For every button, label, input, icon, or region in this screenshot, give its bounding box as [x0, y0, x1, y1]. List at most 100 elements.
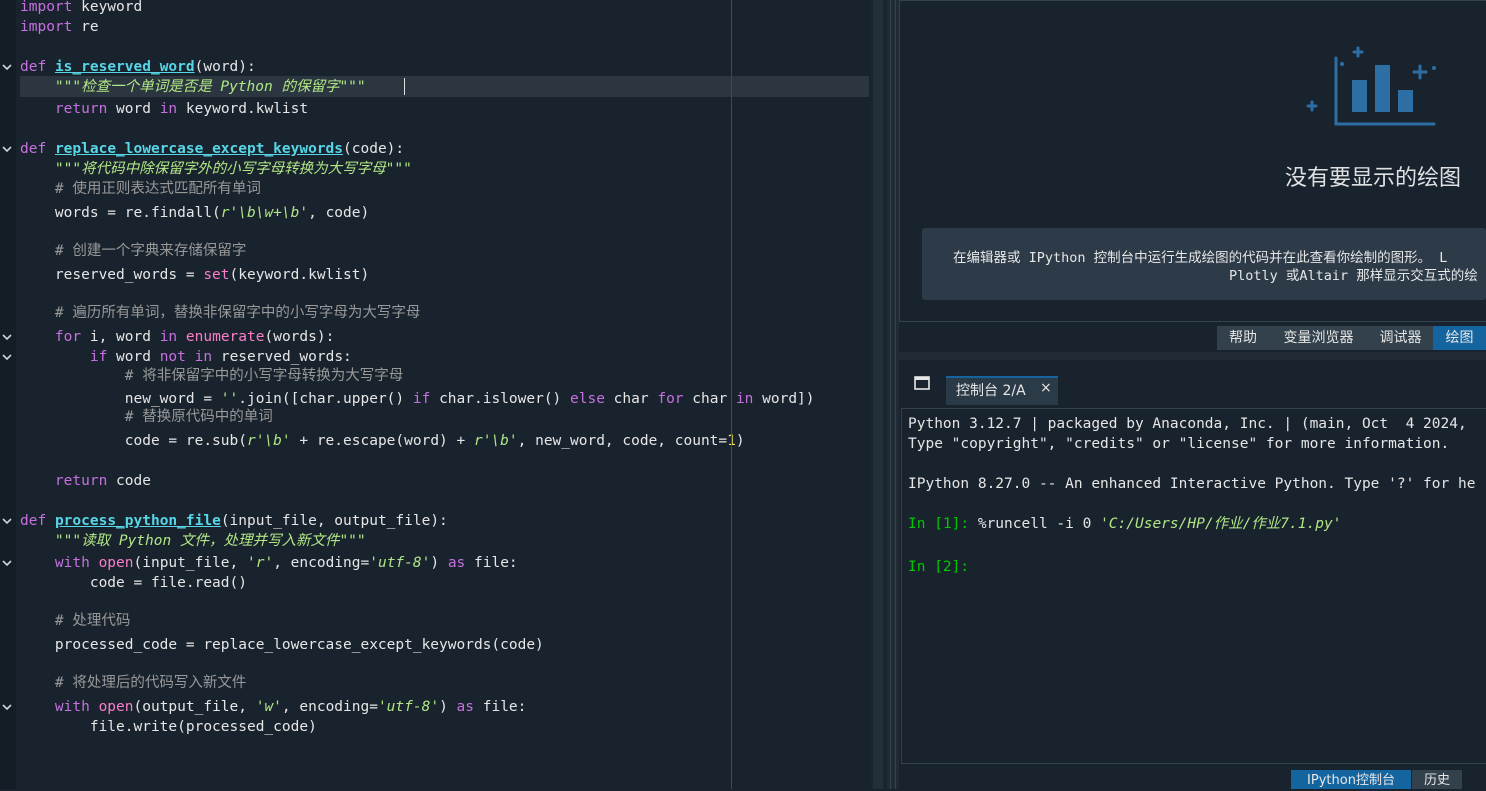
code-token: as	[447, 555, 466, 571]
console-options-icon[interactable]	[914, 376, 930, 390]
code-token: new_word =	[20, 391, 221, 407]
fold-chevron-icon[interactable]	[2, 701, 14, 715]
tab-debugger[interactable]: 调试器	[1368, 326, 1434, 350]
code-token: char.islower()	[430, 391, 571, 407]
code-token: if	[412, 391, 431, 407]
fold-chevron-icon[interactable]	[2, 143, 14, 157]
console-prompt: In [2]:	[908, 559, 970, 575]
horizontal-splitter[interactable]	[899, 352, 1486, 360]
code-line[interactable]: import keyword	[20, 0, 142, 17]
code-token: # 创建一个字典来存储保留字	[54, 243, 247, 259]
code-token: if	[89, 349, 108, 365]
code-token: , code)	[308, 205, 370, 221]
code-token: for	[54, 329, 82, 345]
code-line[interactable]: # 创建一个字典来存储保留字	[20, 241, 246, 261]
console-banner-line: IPython 8.27.0 -- An enhanced Interactiv…	[908, 476, 1476, 492]
console-output[interactable]	[901, 408, 1486, 764]
code-line[interactable]: return word in keyword.kwlist	[20, 99, 308, 119]
code-token: else	[570, 391, 605, 407]
code-token: .join([char.upper()	[238, 391, 413, 407]
code-line[interactable]: for i, word in enumerate(words):	[20, 327, 334, 347]
code-line[interactable]: # 遍历所有单词，替换非保留字中的小写字母为大写字母	[20, 303, 420, 323]
code-token: in	[159, 329, 178, 345]
tab-plots[interactable]: 绘图	[1433, 326, 1486, 350]
code-line[interactable]: # 将处理后的代码写入新文件	[20, 673, 246, 693]
fold-chevron-icon[interactable]	[2, 61, 14, 75]
fold-chevron-icon[interactable]	[2, 515, 14, 529]
code-line[interactable]: def replace_lowercase_except_keywords(co…	[20, 139, 404, 159]
code-line[interactable]: with open(output_file, 'w', encoding='ut…	[20, 697, 526, 717]
code-line[interactable]: with open(input_file, 'r', encoding='utf…	[20, 553, 518, 573]
code-token: (words):	[264, 329, 335, 345]
fold-chevron-icon[interactable]	[2, 351, 14, 365]
code-token: r'\b'	[473, 433, 518, 449]
code-token: word])	[753, 391, 815, 407]
code-line[interactable]: import re	[20, 17, 99, 37]
code-token: in	[735, 391, 754, 407]
tab-help[interactable]: 帮助	[1217, 326, 1270, 350]
code-token: char	[604, 391, 658, 407]
code-token: reserved_words =	[20, 267, 204, 283]
code-token: r'\b\w+\b'	[220, 205, 309, 221]
close-icon[interactable]: ×	[1040, 380, 1052, 396]
code-line[interactable]: # 替换原代码中的单词	[20, 407, 273, 427]
code-line[interactable]: code = re.sub(r'\b' + re.escape(word) + …	[20, 431, 745, 451]
code-token: # 替换原代码中的单词	[124, 409, 273, 425]
code-token: , encoding=	[281, 699, 378, 715]
tab-history[interactable]: 历史	[1412, 770, 1462, 789]
code-line[interactable]: def is_reserved_word(word):	[20, 57, 256, 77]
code-token: , encoding=	[273, 555, 370, 571]
code-token: file:	[474, 699, 527, 715]
code-line[interactable]: processed_code = replace_lowercase_excep…	[20, 635, 544, 655]
code-line[interactable]: reserved_words = set(keyword.kwlist)	[20, 265, 369, 285]
code-token: """检查一个单词是否是 Python 的保留字"""	[54, 79, 366, 95]
code-line[interactable]: code = file.read()	[20, 573, 247, 593]
console-tab-label: 控制台 2/A	[956, 383, 1026, 399]
code-token: r'\b'	[246, 433, 291, 449]
code-token: # 遍历所有单词，替换非保留字中的小写字母为大写字母	[54, 305, 421, 321]
code-line[interactable]: file.write(processed_code)	[20, 717, 317, 737]
editor-gutter	[0, 0, 16, 789]
fold-chevron-icon[interactable]	[2, 331, 14, 345]
code-line[interactable]: # 将非保留字中的小写字母转换为大写字母	[20, 366, 403, 386]
code-line[interactable]: # 使用正则表达式匹配所有单词	[20, 179, 261, 199]
code-line[interactable]: def process_python_file(input_file, outp…	[20, 511, 448, 531]
code-token: in	[194, 349, 213, 365]
plots-chart-icon	[1306, 46, 1436, 126]
plots-hint-line-2: Plotly 或Altair 那样显示交互式的绘	[1229, 268, 1478, 284]
code-token: open	[98, 555, 134, 571]
code-token: (input_file,	[133, 555, 247, 571]
code-token: def	[20, 59, 47, 75]
code-token: code = re.sub(	[20, 433, 247, 449]
code-line[interactable]: new_word = ''.join([char.upper() if char…	[20, 389, 815, 409]
code-line[interactable]: # 处理代码	[20, 611, 130, 631]
code-token: file:	[465, 555, 518, 571]
code-token: return	[54, 101, 108, 117]
code-token: # 将处理后的代码写入新文件	[54, 675, 247, 691]
code-token: """读取 Python 文件，处理并写入新文件"""	[54, 533, 366, 549]
console-command: %runcell -i	[977, 516, 1083, 532]
pane-splitter[interactable]	[887, 0, 899, 789]
code-line[interactable]: words = re.findall(r'\b\w+\b', code)	[20, 203, 369, 223]
code-line[interactable]: """读取 Python 文件，处理并写入新文件"""	[20, 531, 366, 551]
code-line[interactable]: if word not in reserved_words:	[20, 347, 352, 367]
fold-chevron-icon[interactable]	[2, 557, 14, 571]
editor-scrollbar-thumb[interactable]	[873, 0, 883, 789]
code-line[interactable]: """检查一个单词是否是 Python 的保留字"""	[20, 77, 366, 97]
code-token: i, word	[81, 329, 160, 345]
code-token: word	[107, 349, 160, 365]
tab-variable-explorer[interactable]: 变量浏览器	[1269, 326, 1369, 350]
console-input-line[interactable]: In [2]:	[908, 557, 969, 577]
tab-ipython-console[interactable]: IPython控制台	[1291, 770, 1411, 789]
code-token: char	[683, 391, 736, 407]
code-line[interactable]: """将代码中除保留字外的小写字母转换为大写字母"""	[20, 159, 412, 179]
code-line[interactable]: return code	[20, 471, 151, 491]
